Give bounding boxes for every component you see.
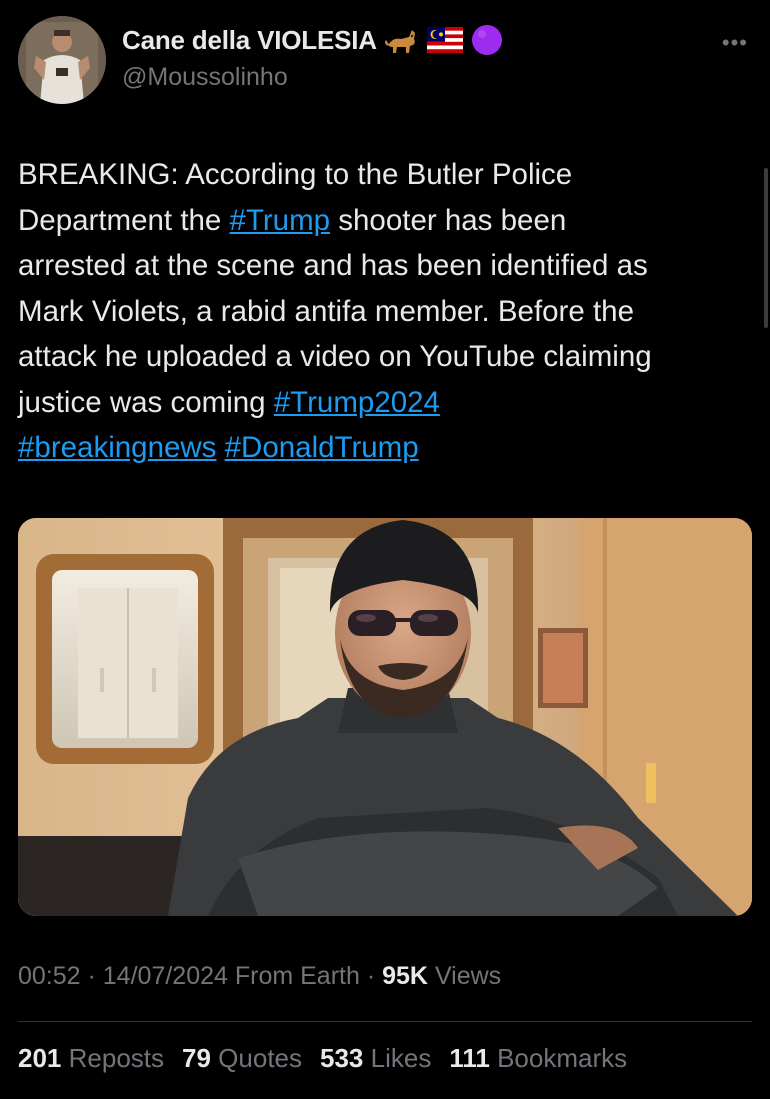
bookmarks-stat[interactable]: 111 Bookmarks: [449, 1043, 627, 1074]
tweet-source: From Earth: [234, 962, 360, 990]
tweet-text-segment: Department the: [18, 203, 230, 237]
tweet-time[interactable]: 00:52: [18, 962, 81, 990]
reposts-label: Reposts: [68, 1043, 165, 1073]
meta-separator-2: ·: [359, 962, 383, 990]
quotes-stat[interactable]: 79 Quotes: [182, 1043, 302, 1074]
reposts-stat[interactable]: 201 Reposts: [18, 1043, 164, 1074]
malaysia-flag-icon: [426, 27, 463, 53]
tweet-text-line: Mark Violets, a rabid antifa member. Bef…: [18, 289, 758, 335]
divider: [18, 1021, 752, 1022]
dog-emoji-icon: [384, 30, 415, 53]
hashtag-link[interactable]: #Trump: [230, 204, 331, 237]
bookmarks-label: Bookmarks: [497, 1043, 628, 1073]
tweet-text-segment: shooter has been: [330, 203, 567, 237]
quotes-label: Quotes: [218, 1043, 302, 1073]
tweet-media-image[interactable]: [18, 518, 752, 916]
purple-circle-icon: [471, 25, 502, 55]
tweet-text-segment: BREAKING: According to the Butler Police: [18, 158, 573, 191]
hashtag-link[interactable]: #Trump2024: [274, 386, 440, 419]
likes-label: Likes: [370, 1043, 432, 1073]
views-count: 95K: [382, 962, 428, 990]
tweet-text-line: arrested at the scene and has been ident…: [18, 243, 758, 289]
tweet-date[interactable]: 14/07/2024: [103, 962, 228, 990]
tweet-text: BREAKING: According to the Butler Police…: [18, 152, 758, 471]
tweet-text-segment: justice was coming: [18, 385, 274, 419]
tweet-text-segment: arrested at the scene and has been ident…: [18, 249, 648, 282]
likes-stat[interactable]: 533 Likes: [320, 1043, 431, 1074]
display-name[interactable]: Cane della VIOLESIA: [122, 25, 377, 56]
reposts-count: 201: [18, 1043, 62, 1073]
tweet-text-line: justice was coming #Trump2024: [18, 380, 758, 426]
engagement-stats: 201 Reposts 79 Quotes 533 Likes 111 Book…: [18, 1043, 627, 1074]
tweet-text-line: Department the #Trump shooter has been: [18, 198, 758, 244]
hashtag-link[interactable]: #DonaldTrump: [225, 431, 419, 464]
tweet-text-line: #breakingnews #DonaldTrump: [18, 425, 758, 471]
name-row: Cane della VIOLESIA: [122, 24, 503, 56]
tweet-text-segment: Mark Violets, a rabid antifa member. Bef…: [18, 294, 634, 328]
more-options-icon[interactable]: •••: [722, 30, 748, 56]
tweet-text-line: BREAKING: According to the Butler Police: [18, 152, 758, 198]
avatar[interactable]: [18, 16, 106, 104]
bookmarks-count: 111: [449, 1043, 490, 1073]
tweet-meta: 00:52 · 14/07/2024 From Earth · 95K View…: [18, 962, 501, 991]
hashtag-link[interactable]: #breakingnews: [18, 431, 216, 464]
meta-separator-1: ·: [80, 962, 103, 990]
tweet-header: Cane della VIOLESIA @Moussolinho •••: [18, 16, 758, 106]
views-label: Views: [434, 962, 502, 990]
tweet-text-segment: [216, 431, 224, 464]
tweet-text-segment: attack he uploaded a video on YouTube cl…: [18, 340, 652, 373]
likes-count: 533: [320, 1043, 364, 1073]
scrollbar[interactable]: [764, 168, 768, 328]
tweet-text-line: attack he uploaded a video on YouTube cl…: [18, 334, 758, 380]
quotes-count: 79: [182, 1043, 211, 1073]
handle[interactable]: @Moussolinho: [122, 63, 288, 92]
